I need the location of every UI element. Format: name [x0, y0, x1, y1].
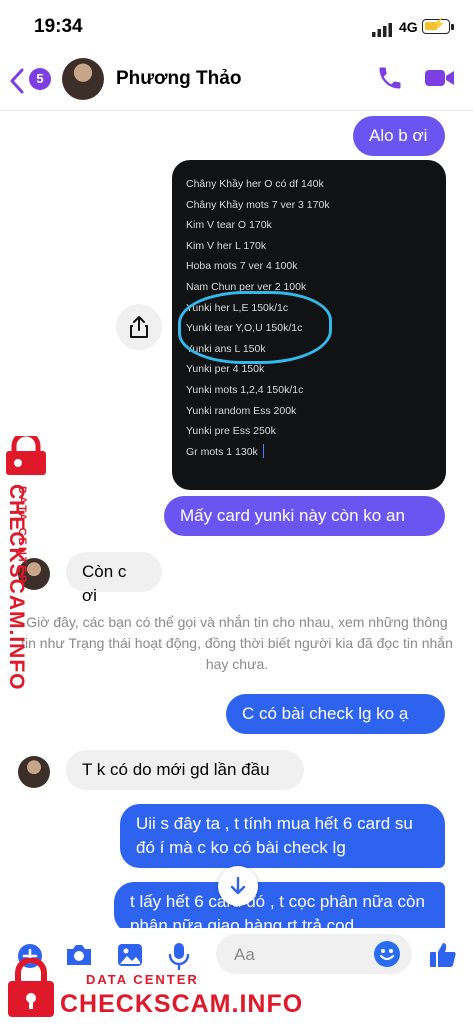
video-call-icon[interactable]: [424, 64, 456, 92]
phone-icon[interactable]: [376, 64, 404, 92]
message-input-box[interactable]: [216, 934, 412, 974]
image-text-line: Hoba mots 7 ver 4 100k: [186, 260, 298, 273]
message-image[interactable]: Châny Khầy her O có df 140k Châny Khầy mo…: [172, 160, 446, 490]
system-notice: Giờ đây, các bạn có thể gọi và nhắn tin …: [21, 614, 453, 672]
camera-icon[interactable]: [64, 942, 94, 968]
message-outgoing[interactable]: Alo b ơi: [353, 116, 445, 156]
image-text-line: Kim V tear O 170k: [186, 219, 272, 232]
share-button[interactable]: [116, 304, 162, 350]
message-outgoing[interactable]: Mấy card yunki này còn ko an: [164, 496, 445, 536]
unread-badge: 5: [29, 68, 51, 90]
image-text-line: Yunki mots 1,2,4 150k/1c: [186, 384, 304, 396]
message-outgoing[interactable]: t lấy hết 6 card đó , t cọc phân nữa còn…: [114, 882, 445, 934]
arrow-down-icon: [230, 876, 246, 895]
contact-avatar[interactable]: [62, 58, 104, 100]
image-text-line: Kim V her L 170k: [186, 239, 267, 252]
image-text-line: Châny Khầy mots 7 ver 3 170k: [186, 198, 330, 211]
image-text-line: Yunki per 4 150k: [186, 363, 265, 376]
image-text-line: Yunki random Ess 200k: [186, 404, 297, 417]
image-text-line: Yunki pre Ess 250k: [186, 425, 276, 438]
text-cursor: [263, 444, 264, 458]
share-icon: [130, 316, 148, 338]
network-type: 4G: [399, 19, 418, 35]
status-bar: 19:34 4G ⚡: [0, 0, 473, 52]
watermark-site: CHECKSCAM.INFO: [60, 990, 304, 1018]
microphone-icon[interactable]: [168, 942, 190, 970]
lock-logo-icon: [8, 958, 54, 1017]
message-outgoing[interactable]: C có bài check lg ko ạ: [226, 694, 445, 734]
image-text-line: Gr mots 1 130k: [186, 445, 258, 458]
emoji-icon[interactable]: [374, 941, 400, 967]
signal-icon: [372, 23, 392, 37]
highlight-circle: [178, 291, 332, 364]
thumbs-up-icon[interactable]: [428, 940, 458, 970]
watermark-site: CHECKSCAM.INFO: [5, 484, 28, 691]
chevron-left-icon: [10, 68, 24, 94]
contact-avatar-small: [18, 756, 50, 788]
scroll-down-button[interactable]: [218, 866, 258, 906]
message-input[interactable]: [232, 942, 366, 968]
lock-logo-icon: [6, 436, 46, 475]
back-button[interactable]: 5: [10, 64, 56, 98]
contact-name[interactable]: Phương Thảo: [116, 68, 241, 90]
message-incoming[interactable]: Còn c ơi: [66, 552, 162, 605]
message-incoming[interactable]: T k có do mới gd lần đầu: [66, 750, 304, 790]
status-time: 19:34: [34, 16, 83, 37]
chat-header: 5 Phương Thảo: [0, 54, 473, 111]
battery-icon: ⚡: [422, 17, 450, 34]
watermark-data-center: DATA CENTER: [86, 972, 199, 987]
gallery-icon[interactable]: [116, 942, 144, 968]
message-outgoing[interactable]: Uii s đây ta , t tính mua hết 6 card su …: [120, 804, 445, 868]
image-text-line: Châny Khầy her O có df 140k: [186, 178, 324, 190]
